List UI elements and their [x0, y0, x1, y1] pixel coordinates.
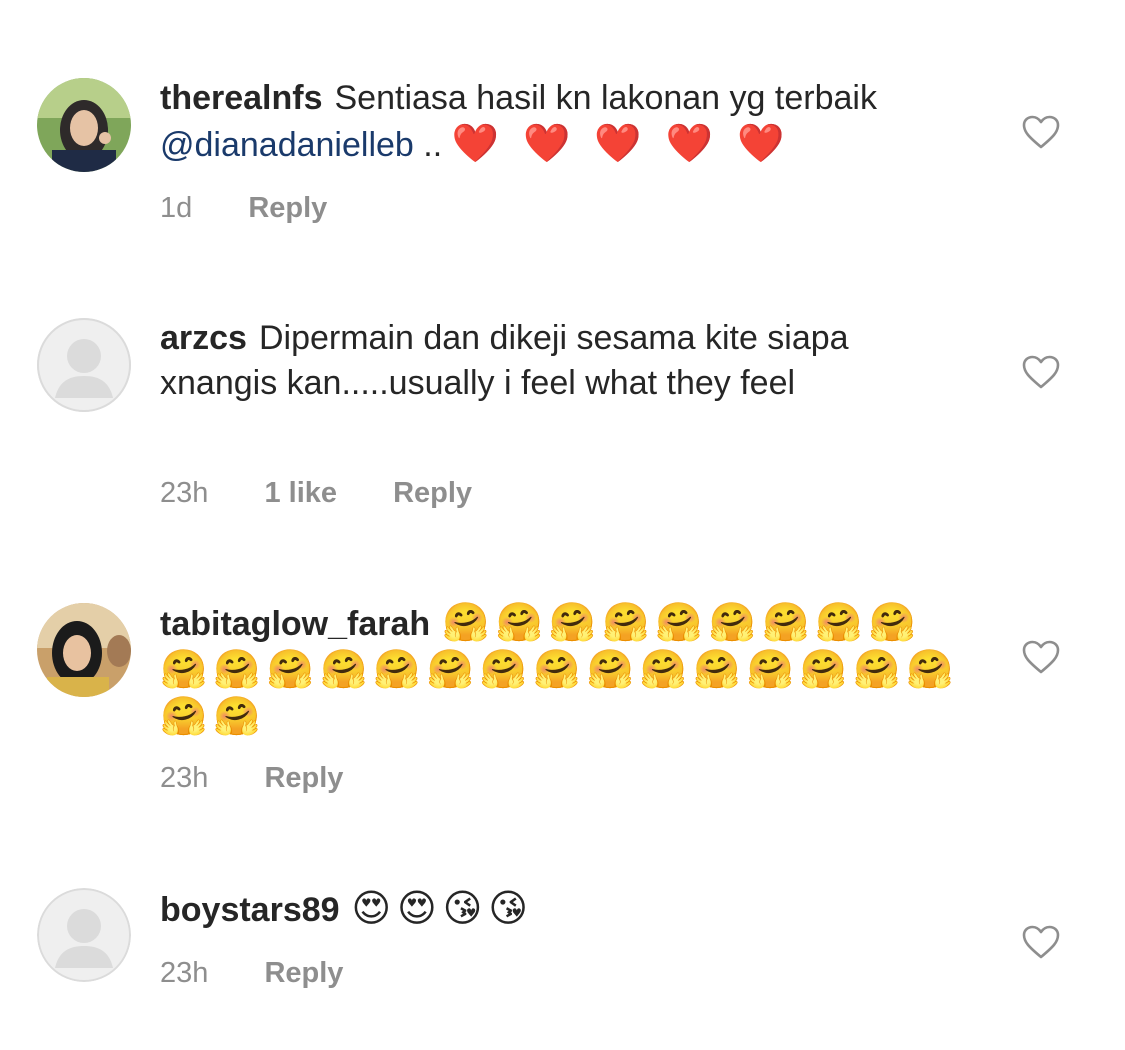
comment-meta: 23h Reply [160, 762, 391, 795]
reply-button[interactable]: Reply [248, 192, 327, 224]
heart-outline-icon[interactable] [1021, 114, 1061, 150]
comment-username[interactable]: tabitaglow_farah [160, 605, 430, 643]
user-avatar[interactable] [37, 78, 131, 172]
comment-body: Dipermain dan dikeji sesama kite siapa x… [160, 319, 849, 402]
comment-time: 23h [160, 477, 209, 509]
comment-meta: 1d Reply [160, 192, 375, 225]
comment-time: 1d [160, 192, 193, 224]
comment-username[interactable]: arzcs [160, 319, 247, 357]
heart-outline-icon[interactable] [1021, 639, 1061, 675]
comment-emojis: ❤️ ❤️ ❤️ ❤️ ❤️ [451, 121, 791, 165]
comment-username[interactable]: boystars89 [160, 891, 340, 929]
comment-body: Sentiasa hasil kn lakonan yg terbaik [334, 79, 877, 117]
comment-time: 23h [160, 957, 209, 989]
comment-emojis: 😍😍😘😘 [351, 886, 535, 930]
comment-text: boystars89 😍😍😘😘 [160, 886, 960, 933]
user-avatar[interactable] [37, 603, 131, 697]
comment-time: 23h [160, 762, 209, 794]
profile-photo [37, 603, 131, 697]
comment-username[interactable]: therealnfs [160, 79, 323, 117]
reply-button[interactable]: Reply [393, 477, 472, 509]
comment-text: tabitaglow_farah 🤗🤗🤗🤗🤗🤗🤗🤗🤗🤗🤗🤗🤗🤗🤗🤗🤗🤗🤗🤗🤗🤗🤗🤗… [160, 600, 960, 741]
user-avatar[interactable] [37, 888, 131, 982]
likes-count[interactable]: 1 like [264, 477, 337, 509]
heart-outline-icon[interactable] [1021, 924, 1061, 960]
reply-button[interactable]: Reply [264, 762, 343, 794]
default-avatar-icon [37, 318, 131, 412]
heart-outline-icon[interactable] [1021, 354, 1061, 390]
comment-body-tail: .. [413, 126, 452, 164]
reply-button[interactable]: Reply [264, 957, 343, 989]
comment-text: arzcs Dipermain dan dikeji sesama kite si… [160, 316, 960, 406]
comment-meta: 23h 1 like Reply [160, 477, 520, 510]
mention-link[interactable]: @dianadanielleb [160, 126, 414, 164]
comment-meta: 23h Reply [160, 957, 391, 990]
profile-photo [37, 78, 131, 172]
user-avatar[interactable] [37, 318, 131, 412]
default-avatar-icon [37, 888, 131, 982]
comment-text: therealnfs Sentiasa hasil kn lakonan yg t… [160, 76, 960, 168]
